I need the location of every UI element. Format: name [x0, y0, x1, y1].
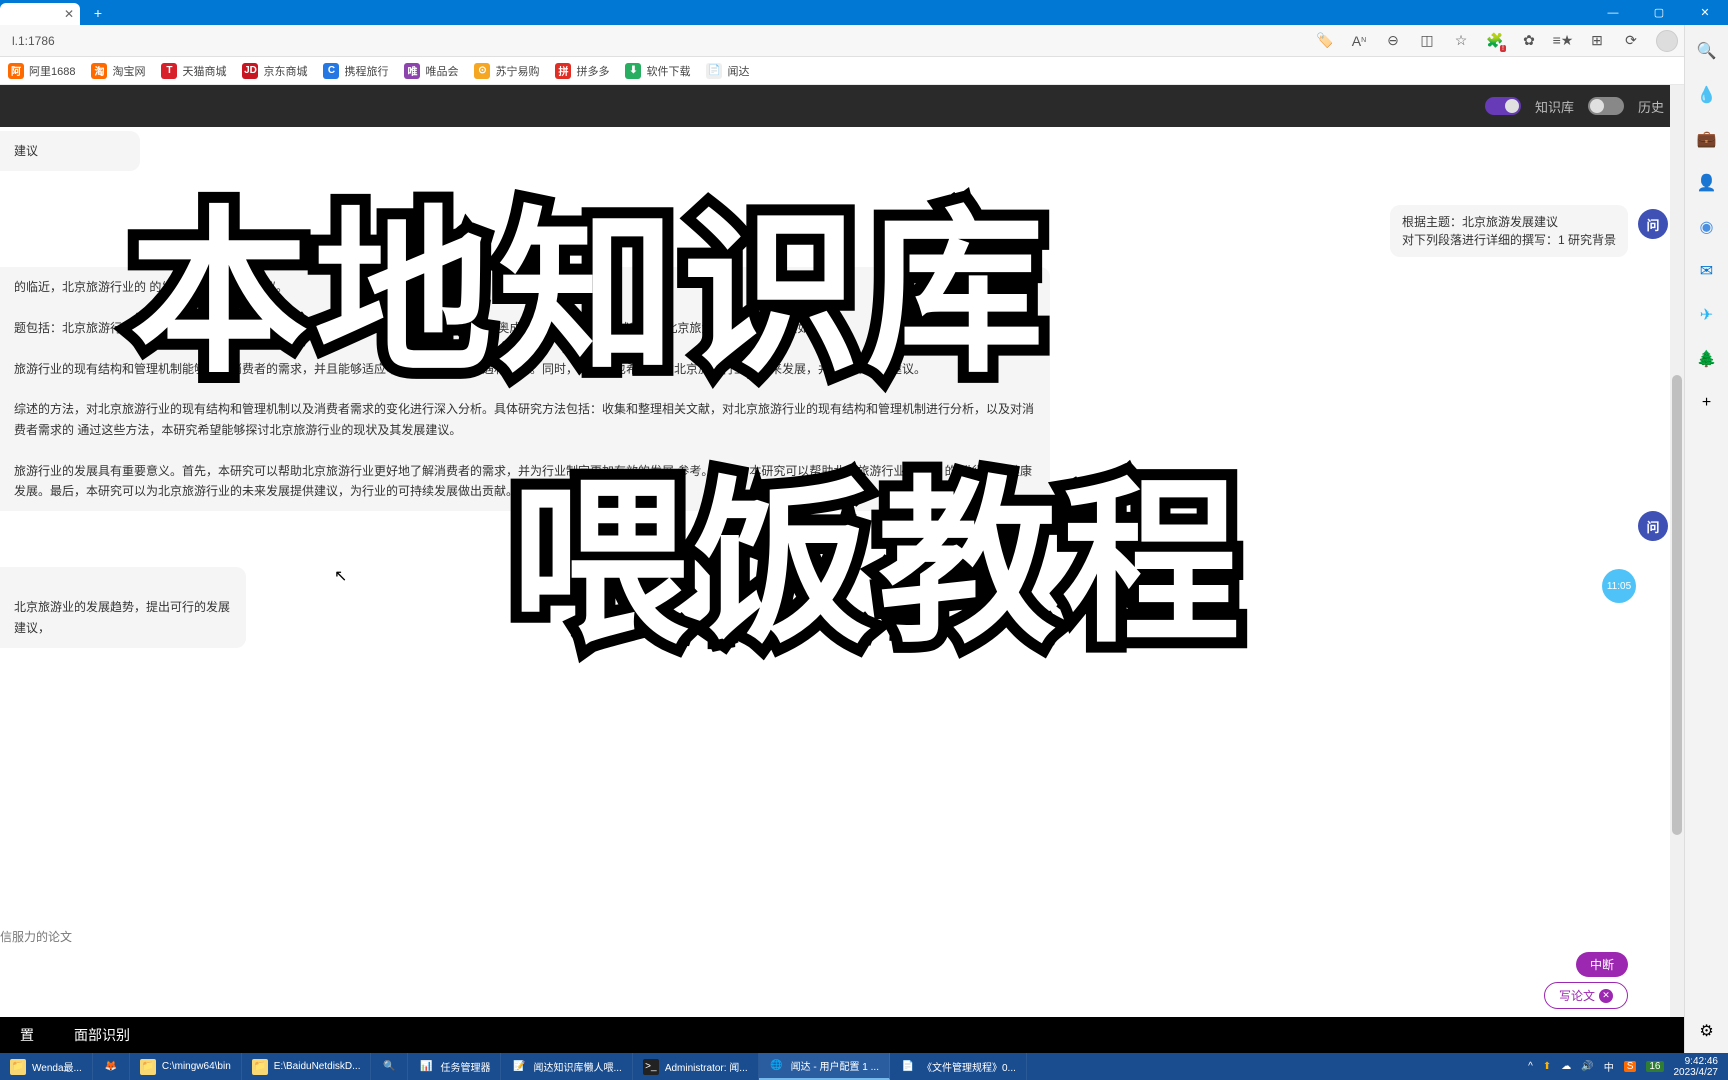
tray-clock[interactable]: 9:42:46 2023/4/27	[1674, 1056, 1719, 1078]
history-toggle[interactable]	[1588, 97, 1624, 115]
bookmark-tmall[interactable]: T天猫商城	[161, 63, 226, 79]
interrupt-button[interactable]: 中断	[1576, 952, 1628, 977]
screenshot-icon[interactable]: ⟳	[1622, 32, 1640, 50]
footer-face[interactable]: 面部识别	[74, 1025, 130, 1045]
chat-area: 建议 根据主题：北京旅游发展建议 对下列段落进行详细的撰写：1 研究背景 问 的…	[0, 127, 1684, 1017]
read-aloud-icon[interactable]: AN	[1350, 32, 1368, 50]
collections-icon[interactable]: ⊞	[1588, 32, 1606, 50]
video-timestamp: 11:05	[1602, 569, 1636, 603]
favorites-icon[interactable]: ≡★	[1554, 32, 1572, 50]
tray-battery-icon[interactable]: 16	[1646, 1061, 1663, 1072]
zoom-out-icon[interactable]: ⊖	[1384, 32, 1402, 50]
add-icon[interactable]: +	[1695, 391, 1719, 415]
bookmark-taobao[interactable]: 淘淘宝网	[91, 63, 145, 79]
search-icon[interactable]: 🔍	[1695, 39, 1719, 63]
bookmarks-bar: 阿阿里1688 淘淘宝网 T天猫商城 JD京东商城 C携程旅行 唯唯品会 ⊙苏宁…	[0, 57, 1728, 85]
bookmark-wenda[interactable]: 📄闻达	[706, 63, 749, 79]
shopping-icon[interactable]: 🏷️	[1316, 32, 1334, 50]
close-icon[interactable]: ✕	[64, 7, 74, 21]
bookmark-vip[interactable]: 唯唯品会	[404, 63, 458, 79]
chat-message: 建议	[0, 131, 140, 171]
circle-icon[interactable]: ◉	[1695, 215, 1719, 239]
system-tray: ^ ⬆ ☁ 🔊 中 S 16 9:42:46 2023/4/27	[1518, 1056, 1728, 1078]
app-container: 知识库 历史 建议 根据主题：北京旅游发展建议 对下列段落进行详细的撰写：1 研…	[0, 85, 1684, 1053]
user-message: 根据主题：北京旅游发展建议 对下列段落进行详细的撰写：1 研究背景	[1390, 205, 1628, 257]
address-bar: l.1:1786 🏷️ AN ⊖ ◫ ☆ 🧩! ✿ ≡★ ⊞ ⟳ ⋯	[0, 25, 1728, 57]
footer-settings[interactable]: 置	[20, 1025, 34, 1045]
bookmark-download[interactable]: ⬇软件下载	[625, 63, 690, 79]
new-tab-button[interactable]: +	[88, 5, 108, 21]
browser-tab[interactable]: ✕	[0, 3, 80, 25]
write-essay-button[interactable]: 写论文 ✕	[1544, 982, 1628, 1009]
url-field[interactable]: l.1:1786	[8, 34, 1316, 48]
task-taskmgr[interactable]: 📊任务管理器	[408, 1053, 501, 1080]
edge-sidebar: 🔍 💧 💼 👤 ◉ ✉ ✈ 🌲 + ⚙	[1684, 25, 1728, 1053]
briefcase-icon[interactable]: 💼	[1695, 127, 1719, 151]
extension-icon[interactable]: 🧩!	[1486, 32, 1504, 50]
user-avatar: 问	[1638, 511, 1668, 541]
tray-update-icon[interactable]: ⬆	[1543, 1061, 1551, 1072]
bookmark-pdd[interactable]: 拼拼多多	[555, 63, 609, 79]
task-notepad[interactable]: 📝闻达知识库懒人喂...	[501, 1053, 632, 1080]
tray-cloud-icon[interactable]: ☁	[1561, 1061, 1571, 1072]
taskbar: 📁Wenda最... 🦊 📁C:\mingw64\bin 📁E:\BaiduNe…	[0, 1053, 1728, 1080]
chat-input[interactable]	[0, 921, 1628, 952]
ai-message: 的临近，北京旅游行业的 的发展 战。因 发展建议。 题包括：北京旅游行业的现有结…	[0, 267, 1050, 511]
favorite-icon[interactable]: ☆	[1452, 32, 1470, 50]
drop-icon[interactable]: 💧	[1695, 83, 1719, 107]
extensions-icon[interactable]: ✿	[1520, 32, 1538, 50]
tray-chevron-icon[interactable]: ^	[1528, 1061, 1533, 1072]
bookmark-jd[interactable]: JD京东商城	[242, 63, 307, 79]
scrollbar-thumb[interactable]	[1672, 375, 1682, 835]
bookmark-suning[interactable]: ⊙苏宁易购	[474, 63, 539, 79]
tray-volume-icon[interactable]: 🔊	[1581, 1061, 1593, 1072]
bookmark-alibaba[interactable]: 阿阿里1688	[8, 63, 75, 79]
telegram-icon[interactable]: ✈	[1695, 303, 1719, 327]
app-header: 知识库 历史	[0, 85, 1684, 127]
task-mingw[interactable]: 📁C:\mingw64\bin	[130, 1053, 242, 1080]
task-admin[interactable]: >_Administrator: 闻...	[633, 1053, 759, 1080]
task-wenda[interactable]: 📁Wenda最...	[0, 1053, 93, 1080]
tray-ime[interactable]: 中	[1604, 1059, 1614, 1074]
app-footer: 置 面部识别	[0, 1017, 1684, 1053]
task-search[interactable]: 🔍	[371, 1053, 408, 1080]
knowledge-toggle[interactable]	[1485, 97, 1521, 115]
tree-icon[interactable]: 🌲	[1695, 347, 1719, 371]
close-chip-icon[interactable]: ✕	[1599, 989, 1613, 1003]
task-firefox[interactable]: 🦊	[93, 1053, 130, 1080]
scrollbar[interactable]	[1670, 85, 1684, 1017]
close-button[interactable]: ✕	[1682, 0, 1728, 25]
history-label: 历史	[1638, 97, 1664, 116]
person-icon[interactable]: 👤	[1695, 171, 1719, 195]
bookmark-ctrip[interactable]: C携程旅行	[323, 63, 388, 79]
knowledge-label: 知识库	[1535, 97, 1574, 116]
task-doc[interactable]: 📄《文件管理规程》0...	[890, 1053, 1027, 1080]
window-titlebar: ✕ + — ▢ ✕	[0, 0, 1728, 25]
maximize-button[interactable]: ▢	[1636, 0, 1682, 25]
minimize-button[interactable]: —	[1590, 0, 1636, 25]
task-baidu[interactable]: 📁E:\BaiduNetdiskD...	[242, 1053, 372, 1080]
user-avatar: 问	[1638, 209, 1668, 239]
input-area	[0, 921, 1628, 957]
gear-icon[interactable]: ⚙	[1695, 1019, 1719, 1043]
ai-message: 北京旅游业的发展趋势，提出可行的发展建议，	[0, 567, 246, 648]
profile-avatar[interactable]	[1656, 30, 1678, 52]
split-icon[interactable]: ◫	[1418, 32, 1436, 50]
outlook-icon[interactable]: ✉	[1695, 259, 1719, 283]
task-edge[interactable]: 🌐闻达 - 用户配置 1 ...	[759, 1053, 890, 1080]
tray-sogou-icon[interactable]: S	[1624, 1061, 1637, 1072]
